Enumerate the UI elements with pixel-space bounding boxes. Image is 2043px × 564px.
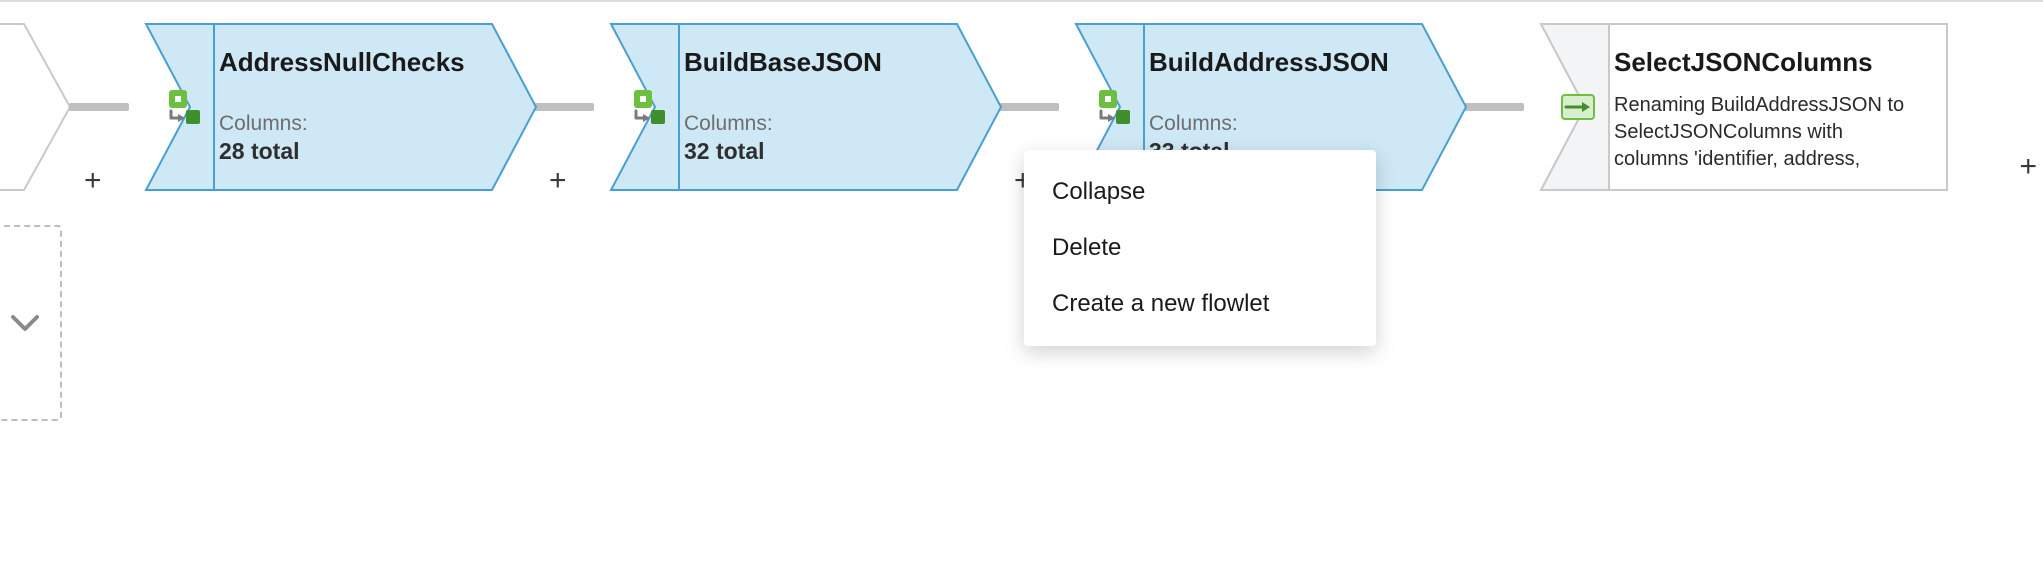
canvas-divider	[0, 0, 2043, 2]
context-menu-item-collapse[interactable]: Collapse	[1024, 164, 1376, 220]
connector-line	[534, 103, 594, 111]
flow-stream: + AddressNullCheck	[0, 14, 1949, 199]
add-transformation-button[interactable]: +	[84, 164, 102, 198]
connector: +	[74, 22, 144, 192]
context-menu: Collapse Delete Create a new flowlet	[1024, 150, 1376, 346]
chevron-down-icon	[7, 305, 43, 341]
node-icon-area	[619, 22, 677, 192]
node-title: SelectJSONColumns	[1614, 48, 1907, 77]
derived-column-icon	[628, 87, 668, 127]
connector-line	[69, 103, 129, 111]
derived-column-icon	[163, 87, 203, 127]
context-menu-item-create-flowlet[interactable]: Create a new flowlet	[1024, 276, 1376, 332]
columns-label: Columns:	[219, 112, 497, 136]
branch-drop-target[interactable]	[0, 225, 62, 421]
connector-line	[1464, 103, 1524, 111]
add-transformation-button[interactable]: +	[549, 164, 567, 198]
context-menu-item-delete[interactable]: Delete	[1024, 220, 1376, 276]
connector-line	[999, 103, 1059, 111]
source-fragment[interactable]	[0, 22, 74, 192]
node-icon-area	[1549, 22, 1607, 192]
node-title: BuildBaseJSON	[684, 48, 962, 77]
columns-count: 32 total	[684, 138, 962, 165]
columns-label: Columns:	[1149, 112, 1427, 136]
flow-node-build-base-json[interactable]: BuildBaseJSON Columns: 32 total	[609, 22, 1004, 192]
columns-count: 28 total	[219, 138, 497, 165]
node-description: Renaming BuildAddressJSON to SelectJSONC…	[1614, 92, 1907, 173]
node-title: AddressNullChecks	[219, 48, 497, 77]
flow-node-select-json-columns[interactable]: SelectJSONColumns Renaming BuildAddressJ…	[1539, 22, 1949, 192]
flow-node-address-null-checks[interactable]: AddressNullChecks Columns: 28 total	[144, 22, 539, 192]
flow-canvas[interactable]: + AddressNullCheck	[0, 0, 2043, 564]
connector	[1469, 22, 1539, 192]
select-icon	[1558, 87, 1598, 127]
add-transformation-button[interactable]: +	[2019, 150, 2037, 184]
columns-label: Columns:	[684, 112, 962, 136]
derived-column-icon	[1093, 87, 1133, 127]
connector: +	[539, 22, 609, 192]
node-title: BuildAddressJSON	[1149, 48, 1427, 77]
node-icon-area	[154, 22, 212, 192]
